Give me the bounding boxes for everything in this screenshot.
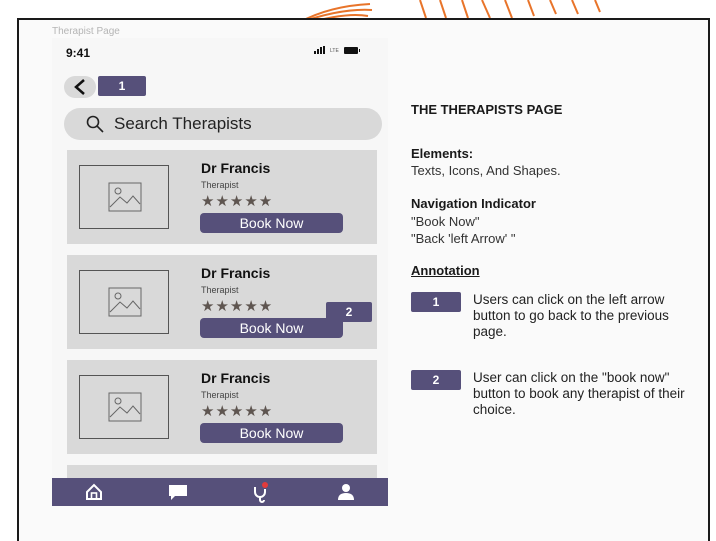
book-now-button[interactable]: Book Now xyxy=(200,213,343,233)
rating-stars: ★★★★★ xyxy=(201,298,274,315)
annotation-text: Users can click on the left arrow button… xyxy=(473,292,669,339)
elements-text: Texts, Icons, And Shapes. xyxy=(411,163,561,178)
image-icon xyxy=(108,392,142,422)
annotation-badge: 2 xyxy=(326,302,372,322)
elements-heading: Elements: xyxy=(411,146,474,161)
profile-icon[interactable] xyxy=(326,478,366,506)
image-icon xyxy=(108,287,142,317)
annotation-badge: 1 xyxy=(98,76,146,96)
back-button[interactable] xyxy=(64,76,96,98)
therapist-role: Therapist xyxy=(201,390,239,400)
therapist-photo-placeholder xyxy=(79,375,169,439)
signal-icon xyxy=(314,46,325,54)
rating-stars: ★★★★★ xyxy=(201,403,274,420)
chat-icon[interactable] xyxy=(158,478,198,506)
therapist-card: Dr Francis Therapist ★★★★★ Book Now xyxy=(67,150,377,244)
therapist-role: Therapist xyxy=(201,180,239,190)
search-placeholder: Search Therapists xyxy=(114,114,252,133)
book-now-button[interactable]: Book Now xyxy=(200,318,343,338)
annotation-badge: 2 xyxy=(411,370,461,390)
annotation-badge: 1 xyxy=(411,292,461,312)
status-time: 9:41 xyxy=(66,46,91,60)
home-icon[interactable] xyxy=(74,478,114,506)
therapist-name: Dr Francis xyxy=(201,265,271,281)
rating-stars: ★★★★★ xyxy=(201,193,274,210)
therapist-role: Therapist xyxy=(201,285,239,295)
stethoscope-icon[interactable] xyxy=(242,478,282,506)
therapist-name: Dr Francis xyxy=(201,160,271,176)
book-now-button[interactable]: Book Now xyxy=(200,423,343,443)
therapist-photo-placeholder xyxy=(79,165,169,229)
therapist-photo-placeholder xyxy=(79,270,169,334)
left-arrow-icon xyxy=(74,79,85,95)
search-input[interactable]: Search Therapists xyxy=(64,108,382,140)
frame-label: Therapist Page xyxy=(52,26,120,37)
therapist-name: Dr Francis xyxy=(201,370,271,386)
search-icon xyxy=(86,115,104,133)
image-icon xyxy=(108,182,142,212)
battery-icon xyxy=(343,47,360,54)
annotation-text: User can click on the "book now" button … xyxy=(473,370,685,417)
nav-indicator-heading: Navigation Indicator xyxy=(411,196,536,211)
status-indicators: LTE xyxy=(314,46,360,54)
phone-screen: 9:41 LTE 1 Search Therapists Dr Francis … xyxy=(52,38,388,506)
bottom-nav xyxy=(52,478,388,506)
nav-indicator-line-1: "Book Now" xyxy=(411,214,480,229)
nav-indicator-line-2: "Back 'left Arrow' " xyxy=(411,231,516,246)
network-label: LTE xyxy=(330,48,339,54)
therapist-card: Dr Francis Therapist ★★★★★ Book Now xyxy=(67,360,377,454)
panel-title: THE THERAPISTS PAGE xyxy=(411,102,563,117)
annotation-heading: Annotation xyxy=(411,263,480,278)
